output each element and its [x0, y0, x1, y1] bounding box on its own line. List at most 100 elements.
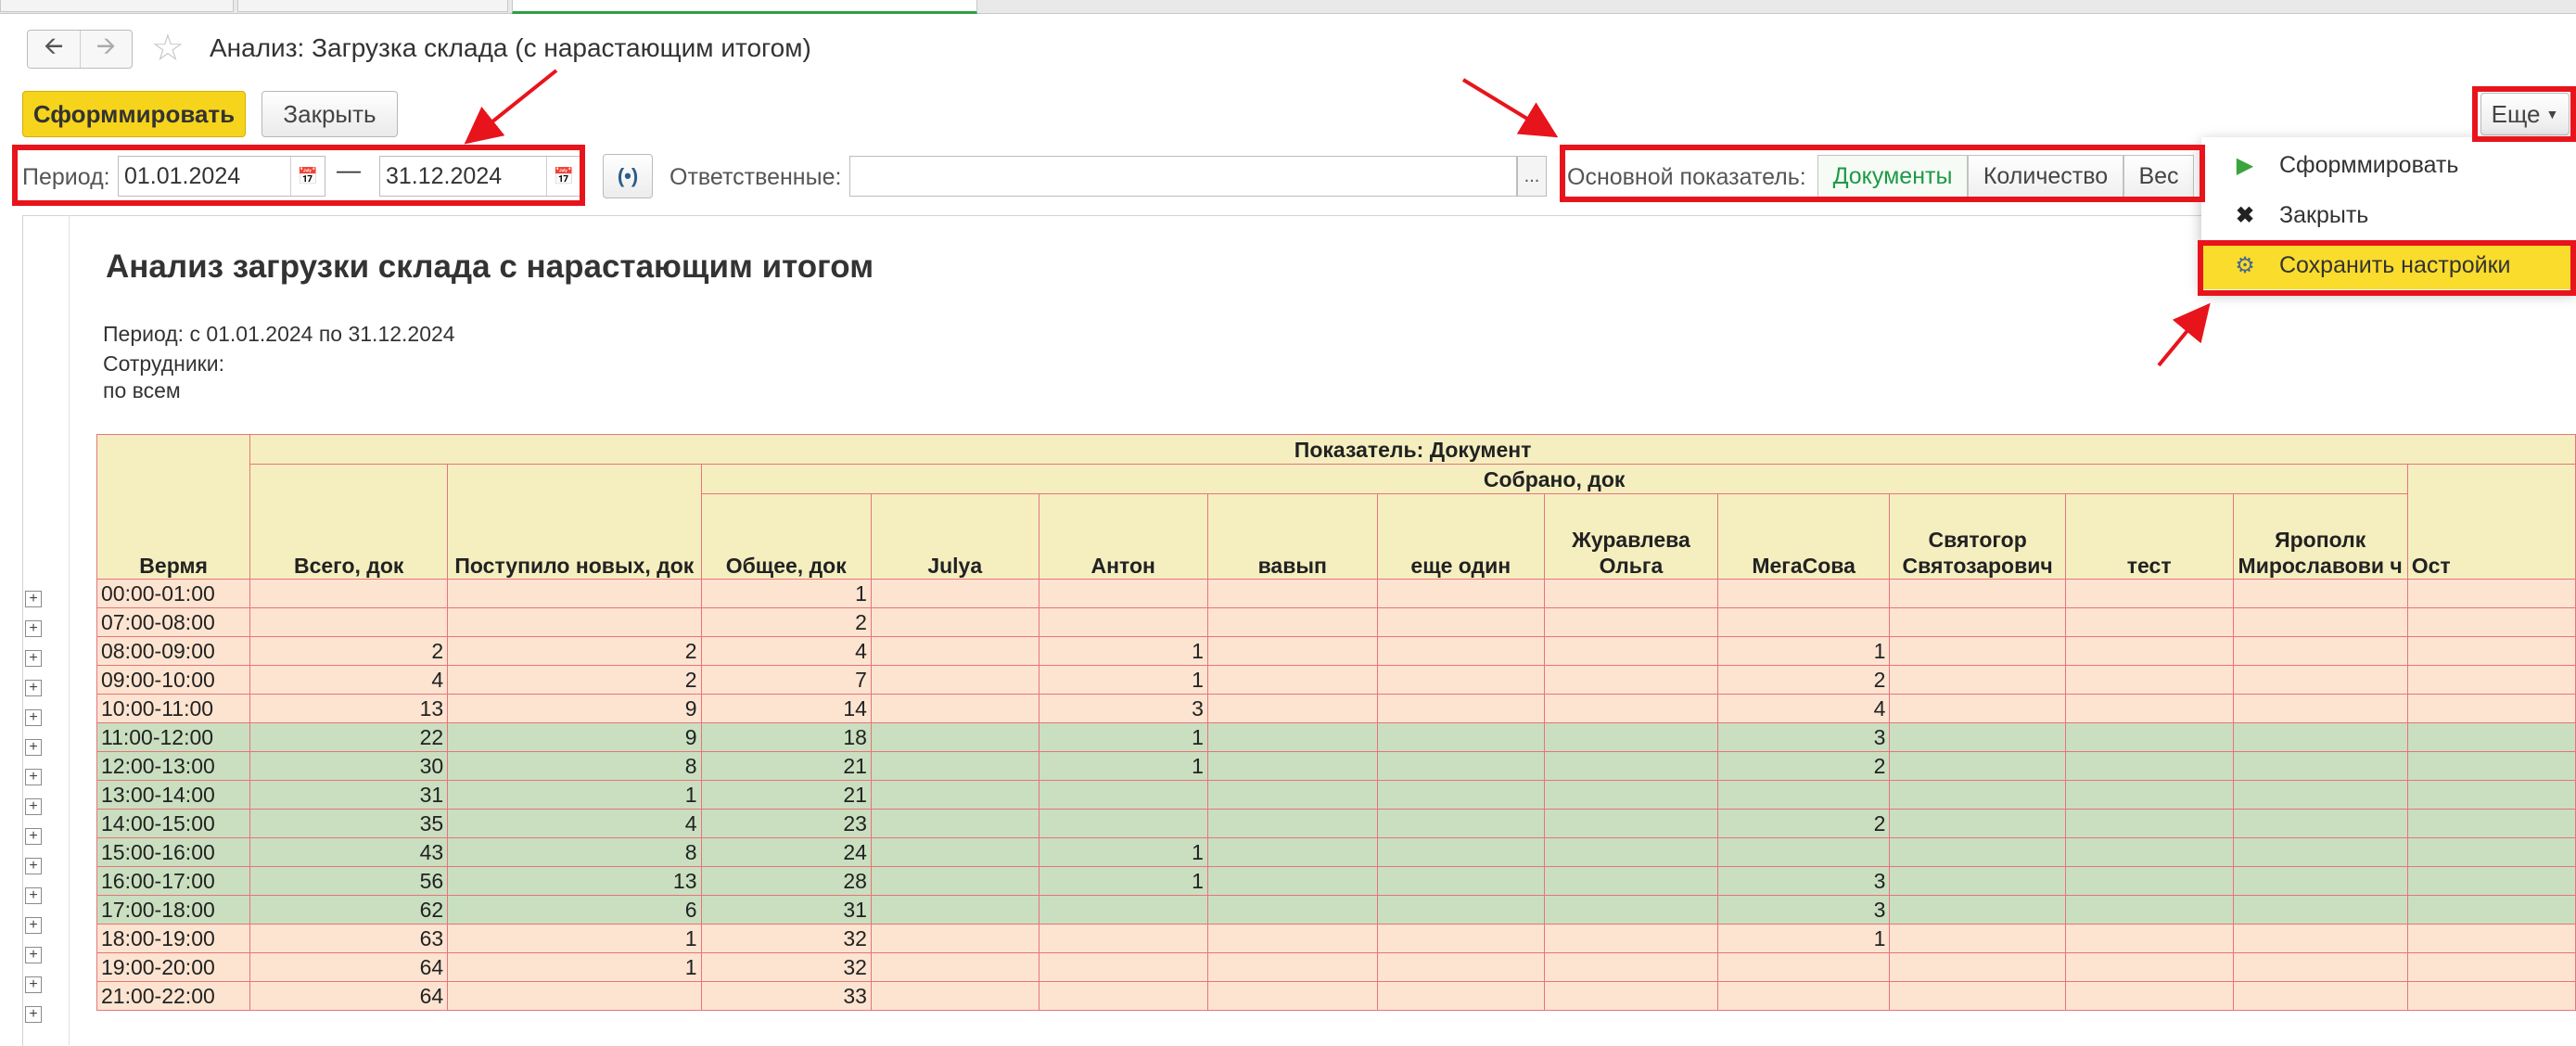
more-button[interactable]: Еще ▼	[2480, 93, 2570, 135]
expand-row-icon[interactable]: +	[25, 650, 42, 667]
cell-remaining	[2406, 722, 2576, 752]
cell-svyat	[1889, 809, 2066, 838]
cell-yarop	[2232, 952, 2408, 982]
expand-row-icon[interactable]: +	[25, 591, 42, 607]
calendar-icon[interactable]: 📅	[546, 157, 580, 196]
cell-yarop	[2232, 924, 2408, 953]
table-row[interactable]: 15:00-16:00 43 8 24 1	[96, 837, 2576, 867]
window-tab-strip	[0, 0, 2576, 14]
indicator-option-documents[interactable]: Документы	[1817, 155, 1968, 198]
date-to-field[interactable]: 31.12.2024 📅	[379, 156, 581, 197]
cell-test	[2064, 952, 2234, 982]
expand-row-icon[interactable]: +	[25, 798, 42, 815]
table-row[interactable]: 16:00-17:00 56 13 28 1 3	[96, 866, 2576, 896]
cell-svyat	[1889, 694, 2066, 723]
expand-row-icon[interactable]: +	[25, 739, 42, 756]
date-from-field[interactable]: 01.01.2024 📅	[118, 156, 325, 197]
cell-time: 09:00-10:00	[96, 665, 251, 695]
header-indicator: Показатель: Документ	[249, 434, 2576, 465]
period-select-button[interactable]: (•)	[603, 154, 653, 198]
expand-row-icon[interactable]: +	[25, 828, 42, 845]
cell-julya	[870, 895, 1039, 925]
navigation-buttons: 🡨 🡪	[27, 30, 133, 69]
cell-svyat	[1889, 952, 2066, 982]
cell-new: 1	[447, 952, 702, 982]
table-row[interactable]: 17:00-18:00 62 6 31 3	[96, 895, 2576, 925]
cell-julya	[870, 924, 1039, 953]
expand-row-icon[interactable]: +	[25, 680, 42, 696]
generate-button[interactable]: Сформмировать	[22, 91, 246, 137]
forward-arrow-icon[interactable]: 🡪	[79, 31, 133, 68]
expand-row-icon[interactable]: +	[25, 887, 42, 904]
responsible-select-button[interactable]: ...	[1517, 156, 1547, 197]
cell-remaining	[2406, 924, 2576, 953]
expand-row-icon[interactable]: +	[25, 917, 42, 934]
cell-total: 43	[249, 837, 449, 867]
menu-item-label: Сформмировать	[2279, 151, 2459, 178]
cell-anton: 1	[1038, 866, 1208, 896]
cell-time: 18:00-19:00	[96, 924, 251, 953]
more-button-label: Еще	[2491, 99, 2541, 128]
table-row[interactable]: 13:00-14:00 31 1 21	[96, 780, 2576, 810]
cell-overall: 21	[700, 751, 872, 781]
menu-item-close[interactable]: ✖ Закрыть	[2201, 191, 2576, 239]
expand-row-icon[interactable]: +	[25, 976, 42, 993]
expand-row-icon[interactable]: +	[25, 769, 42, 785]
menu-item-generate[interactable]: ▶ Сформмировать	[2201, 141, 2576, 189]
cell-eshe	[1376, 636, 1546, 666]
cell-yarop	[2232, 751, 2408, 781]
calendar-icon[interactable]: 📅	[290, 157, 325, 196]
favorite-star-icon[interactable]: ☆	[151, 30, 185, 67]
menu-item-save-settings[interactable]: ⚙ Сохранить настройки	[2201, 241, 2576, 289]
table-row[interactable]: 09:00-10:00 4 2 7 1 2	[96, 665, 2576, 695]
expand-row-icon[interactable]: +	[25, 620, 42, 637]
cell-yarop	[2232, 981, 2408, 1011]
cell-remaining	[2406, 780, 2576, 810]
window-tab[interactable]	[0, 0, 234, 12]
cell-test	[2064, 665, 2234, 695]
table-row[interactable]: 18:00-19:00 63 1 32 1	[96, 924, 2576, 953]
table-row[interactable]: 11:00-12:00 22 9 18 1 3	[96, 722, 2576, 752]
expand-row-icon[interactable]: +	[25, 947, 42, 963]
cell-mega: 4	[1716, 694, 1891, 723]
cell-overall: 21	[700, 780, 872, 810]
cell-zhur	[1544, 924, 1718, 953]
table-row[interactable]: 07:00-08:00 2	[96, 607, 2576, 637]
cell-remaining	[2406, 694, 2576, 723]
indicator-option-quantity[interactable]: Количество	[1968, 155, 2123, 198]
cell-yarop	[2232, 895, 2408, 925]
table-row[interactable]: 10:00-11:00 13 9 14 3 4	[96, 694, 2576, 723]
cell-remaining	[2406, 981, 2576, 1011]
cell-yarop	[2232, 579, 2408, 608]
back-arrow-icon[interactable]: 🡨	[28, 31, 80, 68]
table-row[interactable]: 08:00-09:00 2 2 4 1 1	[96, 636, 2576, 666]
table-row[interactable]: 14:00-15:00 35 4 23 2	[96, 809, 2576, 838]
indicator-option-weight[interactable]: Вес	[2123, 155, 2194, 198]
cell-test	[2064, 694, 2234, 723]
window-tab-active[interactable]	[512, 0, 977, 14]
table-row[interactable]: 21:00-22:00 64 33	[96, 981, 2576, 1011]
cell-total	[249, 607, 449, 637]
more-menu: ▶ Сформмировать ✖ Закрыть ⚙ Сохранить на…	[2201, 137, 2576, 290]
table-row[interactable]: 00:00-01:00 1	[96, 579, 2576, 608]
cell-overall: 24	[700, 837, 872, 867]
table-row[interactable]: 12:00-13:00 30 8 21 1 2	[96, 751, 2576, 781]
cell-mega: 2	[1716, 665, 1891, 695]
expand-row-icon[interactable]: +	[25, 1006, 42, 1023]
cell-test	[2064, 837, 2234, 867]
cell-overall: 1	[700, 579, 872, 608]
expand-row-icon[interactable]: +	[25, 709, 42, 726]
cell-total	[249, 579, 449, 608]
cell-vavyp	[1206, 579, 1378, 608]
window-tab[interactable]	[237, 0, 508, 12]
table-row[interactable]: 19:00-20:00 64 1 32	[96, 952, 2576, 982]
cell-anton	[1038, 579, 1208, 608]
cell-anton: 1	[1038, 636, 1208, 666]
cell-zhur	[1544, 895, 1718, 925]
responsible-input[interactable]	[849, 156, 1517, 197]
cell-new: 1	[447, 924, 702, 953]
expand-row-icon[interactable]: +	[25, 858, 42, 874]
close-button[interactable]: Закрыть	[261, 91, 398, 137]
cell-time: 19:00-20:00	[96, 952, 251, 982]
cell-test	[2064, 751, 2234, 781]
